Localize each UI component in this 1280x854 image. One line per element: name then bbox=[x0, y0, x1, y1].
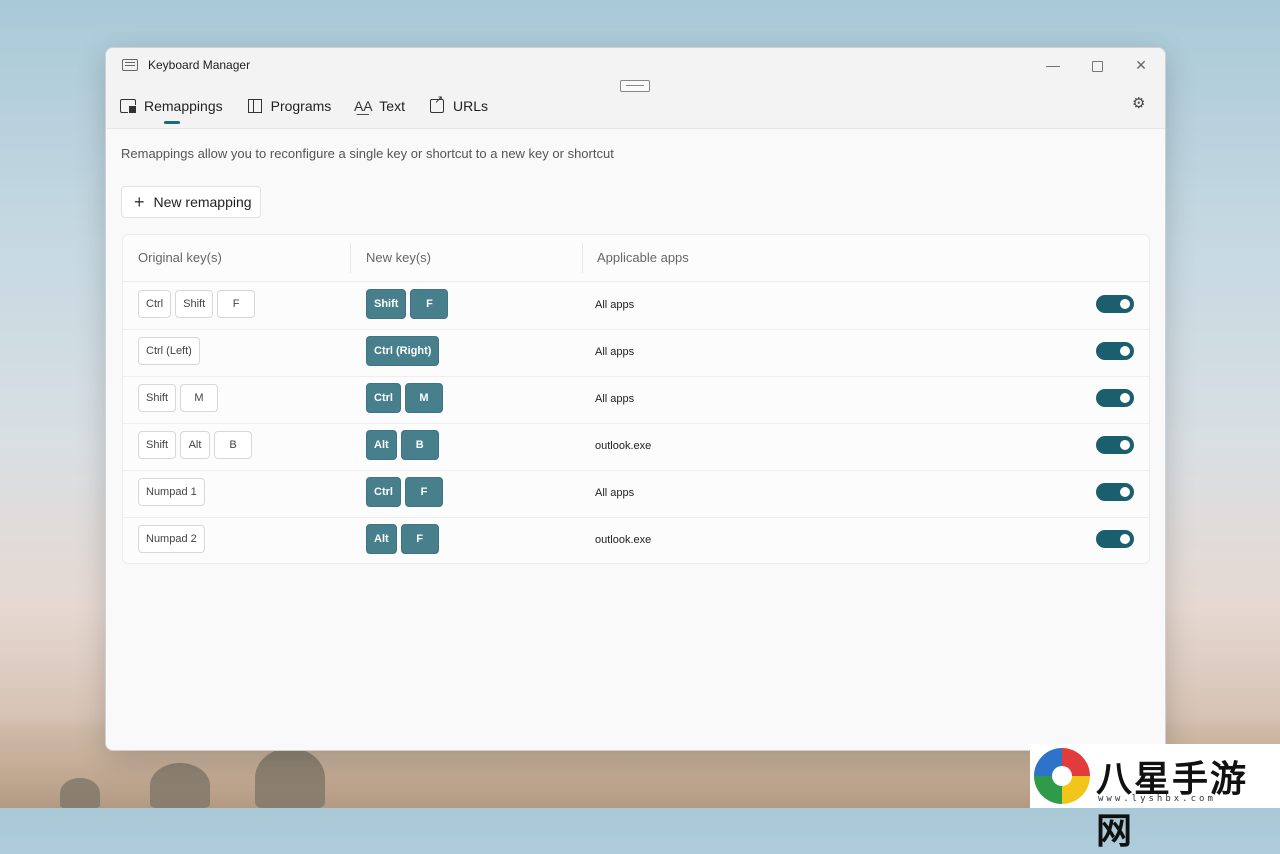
original-key-chip: Ctrl (Left) bbox=[138, 337, 200, 365]
header-applicable-apps: Applicable apps bbox=[597, 250, 689, 265]
remappings-table: Original key(s) New key(s) Applicable ap… bbox=[122, 234, 1150, 564]
maximize-button[interactable] bbox=[1080, 54, 1114, 76]
table-row: Shift M Ctrl M All apps bbox=[123, 376, 1149, 424]
header-original-keys: Original key(s) bbox=[138, 250, 222, 265]
new-keys: Ctrl F bbox=[366, 477, 447, 507]
new-keys: Alt F bbox=[366, 524, 443, 554]
original-key-chip: Shift bbox=[175, 290, 214, 318]
desktop-tree bbox=[255, 748, 325, 808]
new-key-chip: Ctrl bbox=[366, 477, 401, 507]
drag-handle-icon[interactable] bbox=[620, 80, 650, 92]
new-keys: Alt B bbox=[366, 430, 443, 460]
new-remapping-label: New remapping bbox=[153, 194, 252, 210]
tab-label: URLs bbox=[452, 98, 488, 114]
applicable-app: All apps bbox=[595, 393, 635, 405]
window-title: Keyboard Manager bbox=[148, 58, 251, 72]
text-icon: A͟A bbox=[353, 98, 373, 114]
new-key-chip: Ctrl bbox=[366, 383, 401, 413]
original-keys: Ctrl (Left) bbox=[138, 337, 204, 365]
new-key-chip: B bbox=[400, 430, 439, 460]
table-header: Original key(s) New key(s) Applicable ap… bbox=[123, 235, 1149, 282]
column-divider bbox=[582, 243, 583, 273]
plus-icon: + bbox=[134, 192, 145, 212]
remap-icon bbox=[120, 98, 137, 114]
enable-toggle[interactable] bbox=[1096, 342, 1134, 360]
original-keys: Shift M bbox=[138, 384, 222, 412]
original-key-chip: Ctrl bbox=[138, 290, 172, 318]
settings-gear-icon[interactable]: ⚙ bbox=[1132, 94, 1145, 112]
enable-toggle[interactable] bbox=[1096, 389, 1134, 407]
new-keys: Ctrl M bbox=[366, 383, 447, 413]
tab-label: Remappings bbox=[144, 98, 223, 114]
tab-bar: Remappings Programs A͟A Text URLs bbox=[120, 93, 512, 124]
watermark-url: www.lyshbx.com bbox=[1098, 794, 1216, 804]
new-key-chip: F bbox=[404, 477, 443, 507]
original-key-chip: F bbox=[217, 290, 256, 318]
applicable-app: outlook.exe bbox=[595, 534, 652, 546]
applicable-app: All apps bbox=[595, 346, 635, 358]
original-key-chip: Numpad 1 bbox=[138, 478, 205, 506]
tab-label: Text bbox=[379, 98, 405, 114]
new-keys: Shift F bbox=[366, 289, 452, 319]
url-icon bbox=[429, 93, 445, 114]
tab-text[interactable]: A͟A Text bbox=[353, 94, 405, 118]
original-keys: Shift Alt B bbox=[138, 431, 256, 459]
watermark-logo-icon bbox=[1034, 748, 1090, 804]
original-key-chip: B bbox=[214, 431, 253, 459]
original-key-chip: Shift bbox=[138, 431, 177, 459]
maximize-icon bbox=[1091, 60, 1103, 72]
tab-remappings[interactable]: Remappings bbox=[120, 94, 223, 124]
keyboard-app-icon bbox=[122, 59, 138, 71]
original-keys: Numpad 1 bbox=[138, 478, 209, 506]
tab-urls[interactable]: URLs bbox=[429, 93, 488, 118]
table-row: Numpad 2 Alt Foutlook.exe bbox=[123, 517, 1149, 564]
table-row: Numpad 1 Ctrl F All apps bbox=[123, 470, 1149, 518]
new-key-chip: M bbox=[404, 383, 443, 413]
page-description: Remappings allow you to reconfigure a si… bbox=[121, 146, 614, 161]
programs-icon bbox=[247, 98, 263, 114]
keyboard-manager-window: Keyboard Manager — ✕ Remappings Programs… bbox=[105, 47, 1166, 751]
new-key-chip: Shift bbox=[366, 289, 407, 319]
original-key-chip: Alt bbox=[180, 431, 211, 459]
new-key-chip: F bbox=[410, 289, 449, 319]
tab-label: Programs bbox=[270, 98, 332, 114]
enable-toggle[interactable] bbox=[1096, 436, 1134, 454]
original-key-chip: Shift bbox=[138, 384, 177, 412]
table-row: Shift Alt B Alt Boutlook.exe bbox=[123, 423, 1149, 471]
new-key-chip: Alt bbox=[366, 430, 397, 460]
watermark: 八星手游网 www.lyshbx.com bbox=[1030, 744, 1280, 852]
enable-toggle[interactable] bbox=[1096, 483, 1134, 501]
original-keys: Numpad 2 bbox=[138, 525, 209, 553]
table-row: Ctrl (Left) Ctrl (Right) All apps bbox=[123, 329, 1149, 377]
original-keys: Ctrl Shift F bbox=[138, 290, 259, 318]
column-divider bbox=[350, 243, 351, 273]
minimize-button[interactable]: — bbox=[1036, 54, 1070, 76]
new-remapping-button[interactable]: + New remapping bbox=[121, 186, 261, 218]
applicable-app: outlook.exe bbox=[595, 440, 652, 452]
desktop-tree bbox=[60, 778, 100, 808]
applicable-app: All apps bbox=[595, 299, 635, 311]
new-keys: Ctrl (Right) bbox=[366, 336, 443, 366]
original-key-chip: Numpad 2 bbox=[138, 525, 205, 553]
desktop-tree bbox=[150, 763, 210, 808]
new-key-chip: F bbox=[400, 524, 439, 554]
new-key-chip: Ctrl (Right) bbox=[366, 336, 440, 366]
applicable-app: All apps bbox=[595, 487, 635, 499]
new-key-chip: Alt bbox=[366, 524, 397, 554]
original-key-chip: M bbox=[180, 384, 219, 412]
header-new-keys: New key(s) bbox=[366, 250, 432, 265]
tab-programs[interactable]: Programs bbox=[247, 94, 332, 118]
table-row: Ctrl Shift F Shift F All apps bbox=[123, 282, 1149, 330]
enable-toggle[interactable] bbox=[1096, 530, 1134, 548]
enable-toggle[interactable] bbox=[1096, 295, 1134, 313]
close-button[interactable]: ✕ bbox=[1124, 54, 1158, 76]
title-bar: Keyboard Manager — ✕ Remappings Programs… bbox=[106, 48, 1165, 129]
